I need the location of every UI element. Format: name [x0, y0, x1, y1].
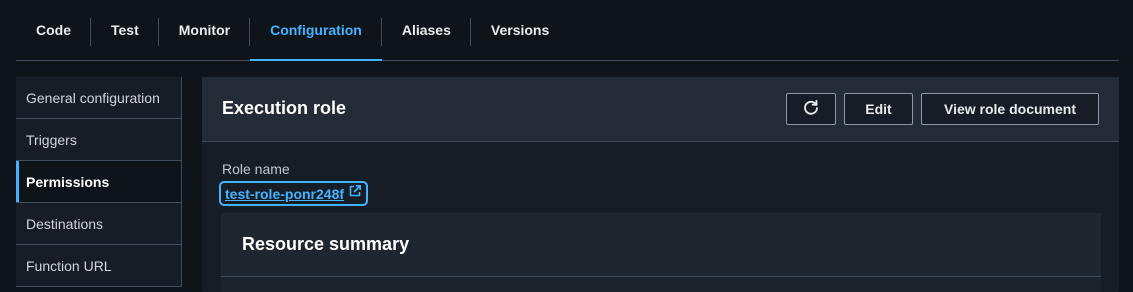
button-label: View role document	[944, 101, 1076, 117]
tab-label: Aliases	[401, 22, 451, 38]
tab-aliases[interactable]: Aliases	[382, 0, 471, 60]
sidebar-item-destinations[interactable]: Destinations	[16, 203, 182, 245]
lambda-configuration-page: Code Test Monitor Configuration Aliases …	[0, 0, 1133, 292]
tab-label: Versions	[490, 22, 550, 38]
role-name-link[interactable]: test-role-ponr248f	[219, 181, 369, 206]
edit-button[interactable]: Edit	[844, 93, 913, 125]
execution-role-panel: Execution role Edit View role document R…	[202, 77, 1119, 292]
sidebar-item-triggers[interactable]: Triggers	[16, 119, 182, 161]
tab-versions[interactable]: Versions	[471, 0, 569, 60]
tab-label: Configuration	[270, 22, 362, 38]
view-role-document-button[interactable]: View role document	[921, 93, 1099, 125]
sidebar-item-label: General configuration	[26, 89, 160, 106]
tab-configuration[interactable]: Configuration	[250, 0, 382, 61]
panel-title: Execution role	[222, 98, 347, 118]
sidebar-item-label: Destinations	[26, 215, 104, 232]
tab-label: Code	[36, 22, 71, 38]
tab-code[interactable]: Code	[16, 0, 91, 60]
refresh-button[interactable]	[786, 93, 836, 125]
sidebar-item-label: Triggers	[26, 131, 77, 148]
sidebar-item-general-configuration[interactable]: General configuration	[16, 77, 182, 119]
tab-label: Monitor	[178, 22, 231, 38]
external-link-icon	[348, 184, 362, 203]
button-label: Edit	[865, 101, 892, 117]
tab-monitor[interactable]: Monitor	[159, 0, 251, 60]
sidebar-item-label: Function URL	[26, 257, 112, 274]
refresh-icon	[802, 99, 820, 120]
sidebar-item-function-url[interactable]: Function URL	[16, 245, 182, 287]
function-tabs: Code Test Monitor Configuration Aliases …	[16, 0, 1119, 61]
configuration-sidebar: General configuration Triggers Permissio…	[16, 77, 182, 292]
role-name-text: test-role-ponr248f	[225, 185, 345, 202]
tab-test[interactable]: Test	[91, 0, 159, 60]
resource-summary-header: Resource summary	[221, 213, 1101, 277]
role-name-label: Role name	[222, 161, 290, 177]
resource-summary-title: Resource summary	[242, 234, 410, 254]
resource-summary-container: Resource summary	[221, 213, 1101, 292]
tab-label: Test	[111, 22, 139, 38]
sidebar-item-permissions[interactable]: Permissions	[16, 161, 182, 203]
sidebar-item-label: Permissions	[26, 173, 110, 190]
execution-role-header: Execution role Edit View role document	[202, 77, 1119, 142]
